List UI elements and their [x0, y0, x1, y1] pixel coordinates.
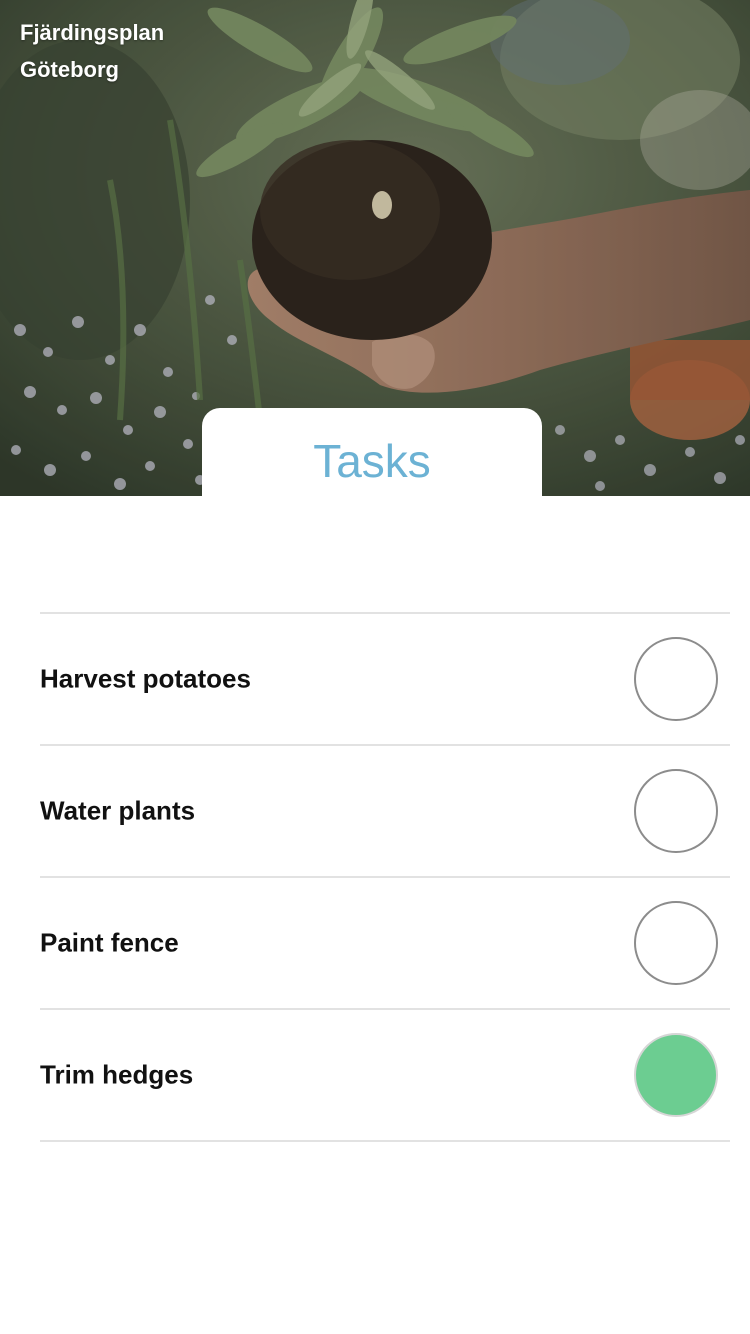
task-checkbox[interactable] — [634, 637, 718, 721]
task-checkbox-checked[interactable] — [634, 1033, 718, 1117]
task-row-paint-fence[interactable]: Paint fence — [40, 878, 730, 1010]
location-label: Fjärdingsplan Göteborg — [20, 14, 164, 88]
task-list: Harvest potatoes Water plants Paint fenc… — [40, 612, 730, 1142]
location-line1: Fjärdingsplan — [20, 20, 165, 45]
task-row-trim-hedges[interactable]: Trim hedges — [40, 1010, 730, 1142]
task-label: Paint fence — [40, 927, 179, 958]
task-label: Trim hedges — [40, 1059, 194, 1090]
hero-image: Fjärdingsplan Göteborg Tasks — [0, 0, 750, 496]
task-label: Harvest potatoes — [40, 663, 251, 694]
task-checkbox[interactable] — [634, 769, 718, 853]
task-checkbox[interactable] — [634, 901, 718, 985]
tab-tasks-label: Tasks — [313, 435, 431, 487]
app-screen: Fjärdingsplan Göteborg Tasks Harvest pot… — [0, 0, 750, 1334]
task-row-water-plants[interactable]: Water plants — [40, 746, 730, 878]
task-row-harvest-potatoes[interactable]: Harvest potatoes — [40, 614, 730, 746]
tab-tasks[interactable]: Tasks — [202, 408, 542, 496]
location-line2: Göteborg — [20, 57, 119, 82]
task-label: Water plants — [40, 795, 196, 826]
